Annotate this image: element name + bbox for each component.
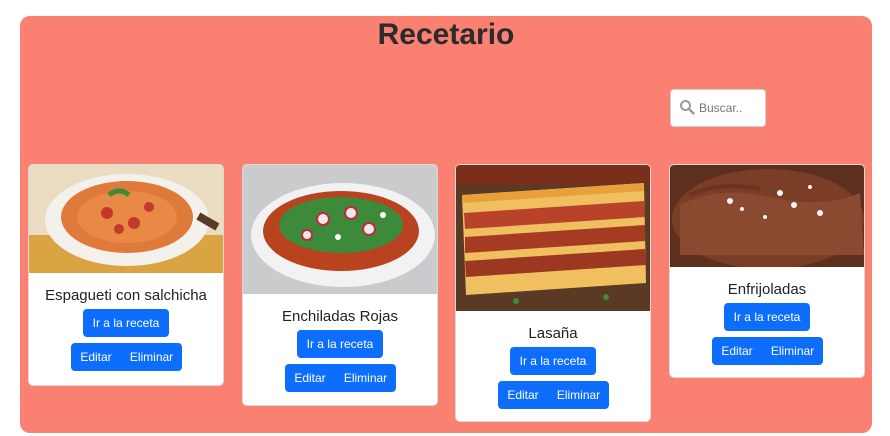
search-icon — [680, 100, 695, 115]
search-box[interactable] — [670, 89, 766, 127]
recipe-panel: Recetario Espagueti con salchicha Ir a l… — [20, 16, 872, 433]
edit-button[interactable]: Editar — [284, 364, 336, 392]
edit-button[interactable]: Editar — [497, 381, 549, 409]
recipe-image — [243, 165, 437, 294]
recipe-image — [670, 165, 864, 267]
recipe-name: Enchiladas Rojas — [282, 308, 398, 325]
recipe-actions: Editar Eliminar — [670, 337, 864, 365]
delete-button[interactable]: Eliminar — [335, 364, 396, 392]
recipe-card: Espagueti con salchicha Ir a la receta E… — [28, 164, 224, 386]
go-to-recipe-button[interactable]: Ir a la receta — [724, 303, 810, 331]
edit-button[interactable]: Editar — [70, 343, 122, 371]
recipe-actions: Editar Eliminar — [456, 381, 650, 409]
go-to-recipe-button[interactable]: Ir a la receta — [510, 347, 596, 375]
edit-button[interactable]: Editar — [711, 337, 763, 365]
recipe-card: Lasaña Ir a la receta Editar Eliminar — [455, 164, 651, 422]
recipe-actions: Editar Eliminar — [243, 364, 437, 392]
delete-button[interactable]: Eliminar — [548, 381, 609, 409]
delete-button[interactable]: Eliminar — [121, 343, 182, 371]
recipe-name: Lasaña — [528, 325, 578, 342]
recipe-card: Enfrijoladas Ir a la receta Editar Elimi… — [669, 164, 865, 378]
go-to-recipe-button[interactable]: Ir a la receta — [297, 330, 383, 358]
recipe-name: Espagueti con salchicha — [45, 287, 207, 304]
page-title: Recetario — [377, 18, 515, 51]
recipe-actions: Editar Eliminar — [29, 343, 223, 371]
recipe-name: Enfrijoladas — [727, 281, 807, 298]
go-to-recipe-button[interactable]: Ir a la receta — [83, 309, 169, 337]
search-input[interactable] — [699, 96, 761, 120]
recipe-card: Enchiladas Rojas Ir a la receta Editar E… — [242, 164, 438, 406]
delete-button[interactable]: Eliminar — [762, 337, 823, 365]
recipe-image — [456, 165, 650, 311]
recipe-image — [29, 165, 223, 273]
